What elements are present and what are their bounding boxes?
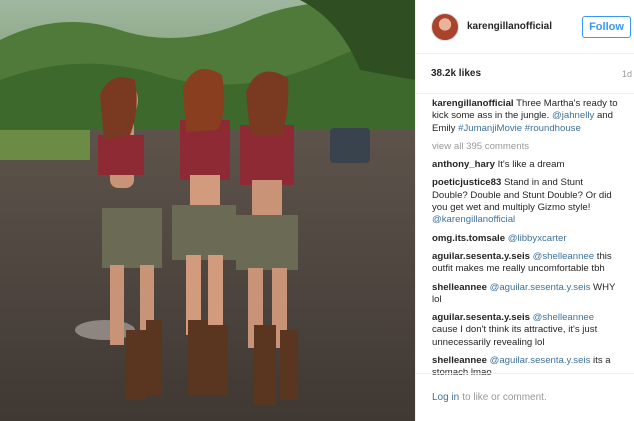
post-photo[interactable] [0, 0, 415, 421]
caption: karengillanofficial Three Martha's ready… [432, 98, 618, 135]
post-stats: 38.2k likes 1d [416, 54, 634, 94]
post-age[interactable]: 1d [622, 69, 632, 79]
comment-mention[interactable]: @aguilar.sesenta.y.seis [490, 282, 591, 293]
likes-count[interactable]: 38.2k likes [431, 68, 481, 79]
post-header: karengillanofficial Follow [416, 0, 634, 54]
caption-hashtag-1[interactable]: #JumanjiMovie [458, 123, 522, 134]
caption-username[interactable]: karengillanofficial [432, 98, 514, 109]
login-link[interactable]: Log in [432, 392, 459, 403]
instagram-post: karengillanofficial Follow 38.2k likes 1… [0, 0, 634, 421]
comment-item: aguilar.sesenta.y.seis @shelleannee caus… [432, 312, 618, 349]
comment-item: omg.its.tomsale @libbyxcarter [432, 233, 618, 245]
follow-button[interactable]: Follow [582, 16, 631, 38]
comment-username[interactable]: anthony_hary [432, 159, 495, 170]
post-side-panel: karengillanofficial Follow 38.2k likes 1… [415, 0, 634, 421]
comment-item: shelleannee @aguilar.sesenta.y.seis WHY … [432, 282, 618, 307]
comment-username[interactable]: shelleannee [432, 355, 487, 366]
comment-username[interactable]: aguilar.sesenta.y.seis [432, 312, 530, 323]
login-footer: Log in to like or comment. [416, 373, 634, 421]
comment-item: poeticjustice83 Stand in and Stunt Doubl… [432, 177, 618, 226]
comment-item: aguilar.sesenta.y.seis @shelleannee this… [432, 251, 618, 276]
avatar[interactable] [431, 12, 459, 41]
comment-mention[interactable]: @shelleannee [533, 312, 594, 323]
caption-hashtag-2[interactable]: #roundhouse [525, 123, 581, 134]
comment-mention[interactable]: @libbyxcarter [508, 233, 567, 244]
comment-mention[interactable]: @aguilar.sesenta.y.seis [490, 355, 591, 366]
comment-username[interactable]: shelleannee [432, 282, 487, 293]
comment-text: cause I don't think its attractive, it's… [432, 324, 598, 348]
view-all-comments-link[interactable]: view all 395 comments [432, 141, 618, 153]
photo-illustration [0, 0, 415, 421]
comment-rows: anthony_hary It's like a dream poeticjust… [432, 159, 618, 378]
post-username[interactable]: karengillanofficial [467, 21, 552, 32]
comment-mention[interactable]: @karengillanofficial [432, 214, 515, 225]
comment-username[interactable]: poeticjustice83 [432, 177, 501, 188]
login-prompt: to like or comment. [462, 392, 547, 403]
comment-username[interactable]: aguilar.sesenta.y.seis [432, 251, 530, 262]
comment-mention[interactable]: @shelleannee [533, 251, 594, 262]
comment-username[interactable]: omg.its.tomsale [432, 233, 505, 244]
caption-mention[interactable]: @jahnelly [552, 110, 594, 121]
comment-text: It's like a dream [497, 159, 565, 171]
comment-list: karengillanofficial Three Martha's ready… [416, 94, 634, 378]
comment-item: anthony_hary It's like a dream [432, 159, 618, 171]
